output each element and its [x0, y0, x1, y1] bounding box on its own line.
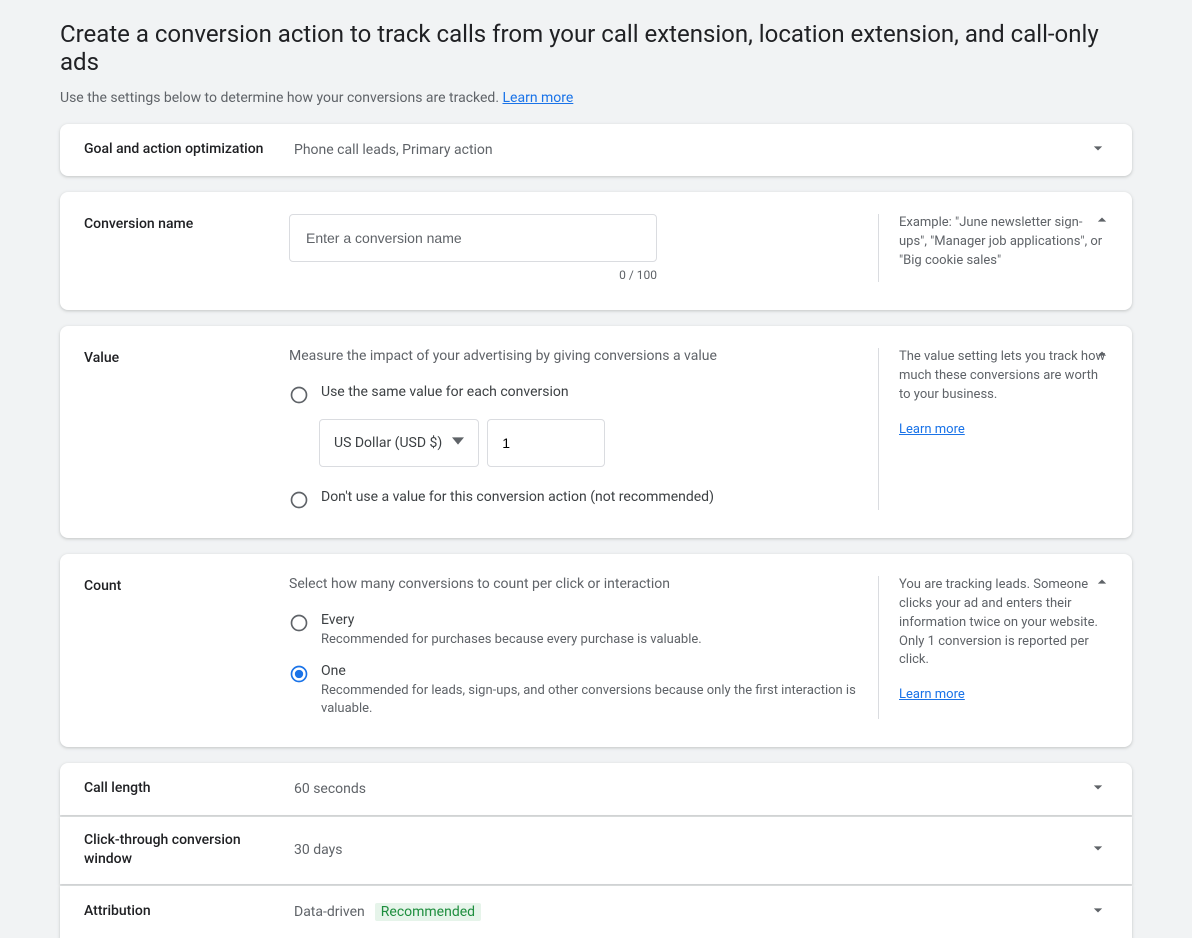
count-option-every[interactable]: Every Recommended for purchases because …	[289, 612, 858, 649]
chevron-up-icon[interactable]	[1092, 572, 1112, 596]
value-option-none[interactable]: Don't use a value for this conversion ac…	[289, 489, 858, 510]
page-title: Create a conversion action to track call…	[60, 20, 1132, 76]
conversion-name-input[interactable]	[289, 214, 657, 262]
goal-label: Goal and action optimization	[84, 140, 294, 160]
call-length-section[interactable]: Call length 60 seconds	[60, 763, 1132, 815]
value-learn-more-link[interactable]: Learn more	[899, 422, 965, 437]
value-amount-input[interactable]	[487, 419, 605, 467]
count-label: Count	[84, 576, 289, 719]
chevron-down-icon	[1088, 900, 1108, 924]
radio-unchecked-icon	[289, 613, 309, 633]
call-length-label: Call length	[84, 779, 294, 799]
count-learn-more-link[interactable]: Learn more	[899, 687, 965, 702]
chevron-up-icon[interactable]	[1092, 344, 1112, 368]
attribution-section[interactable]: Attribution Data-driven Recommended	[60, 886, 1132, 938]
currency-value: US Dollar (USD $)	[334, 435, 442, 451]
count-section: Count Select how many conversions to cou…	[60, 554, 1132, 747]
learn-more-link[interactable]: Learn more	[503, 90, 574, 106]
count-hint: Select how many conversions to count per…	[289, 576, 858, 592]
conversion-window-section[interactable]: Click-through conversion window 30 days	[60, 817, 1132, 884]
conversion-window-label: Click-through conversion window	[84, 831, 294, 870]
value-option-same-label: Use the same value for each conversion	[321, 384, 858, 400]
value-option-none-label: Don't use a value for this conversion ac…	[321, 489, 858, 505]
call-length-summary: 60 seconds	[294, 781, 1088, 797]
radio-checked-icon	[289, 664, 309, 684]
recommended-badge: Recommended	[375, 903, 481, 921]
goal-section[interactable]: Goal and action optimization Phone call …	[60, 124, 1132, 176]
currency-select[interactable]: US Dollar (USD $)	[319, 419, 479, 467]
chevron-down-icon	[1088, 777, 1108, 801]
conversion-name-help: Example: "June newsletter sign-ups", "Ma…	[878, 214, 1108, 282]
count-option-every-sub: Recommended for purchases because every …	[321, 631, 858, 649]
conversion-name-section: Conversion name 0 / 100 Example: "June n…	[60, 192, 1132, 310]
attribution-summary: Data-driven	[294, 904, 365, 920]
count-help: You are tracking leads. Someone clicks y…	[899, 576, 1108, 670]
conversion-window-summary: 30 days	[294, 842, 1088, 858]
goal-summary: Phone call leads, Primary action	[294, 142, 1088, 158]
count-option-one-sub: Recommended for leads, sign-ups, and oth…	[321, 682, 858, 718]
char-counter: 0 / 100	[289, 268, 657, 282]
chevron-up-icon[interactable]	[1092, 210, 1112, 234]
conversion-name-label: Conversion name	[84, 214, 289, 282]
value-help: The value setting lets you track how muc…	[899, 348, 1108, 405]
radio-unchecked-icon	[289, 385, 309, 405]
page-subtitle: Use the settings below to determine how …	[60, 90, 1132, 106]
attribution-label: Attribution	[84, 902, 294, 922]
count-option-one-label: One	[321, 663, 858, 679]
subtitle-text: Use the settings below to determine how …	[60, 90, 499, 106]
radio-unchecked-icon	[289, 490, 309, 510]
chevron-down-icon	[1088, 838, 1108, 862]
count-option-every-label: Every	[321, 612, 858, 628]
value-option-same[interactable]: Use the same value for each conversion	[289, 384, 858, 405]
chevron-down-icon	[1088, 138, 1108, 162]
value-hint: Measure the impact of your advertising b…	[289, 348, 858, 364]
caret-down-icon	[452, 435, 464, 451]
value-section: Value Measure the impact of your adverti…	[60, 326, 1132, 538]
count-option-one[interactable]: One Recommended for leads, sign-ups, and…	[289, 663, 858, 718]
value-label: Value	[84, 348, 289, 510]
